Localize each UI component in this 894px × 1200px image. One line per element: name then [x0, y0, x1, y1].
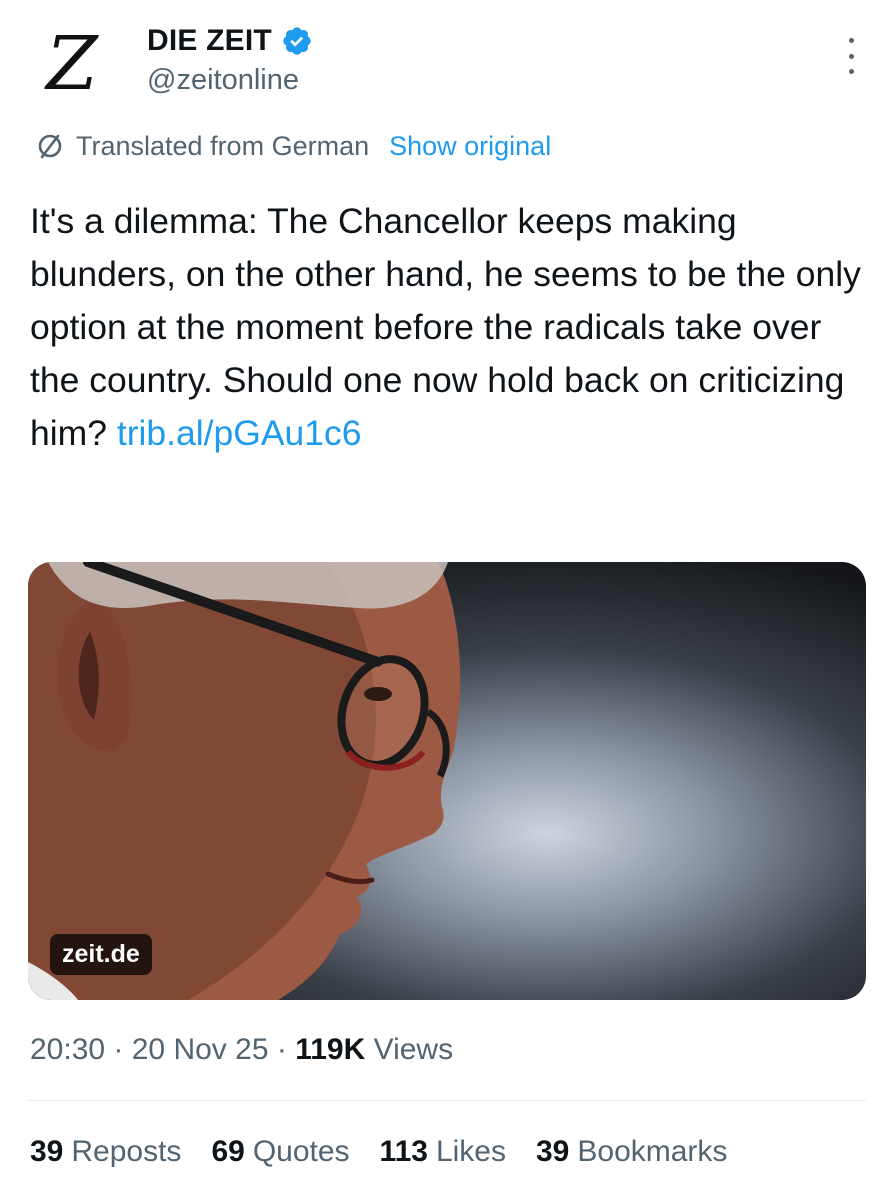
translation-label: Translated from German: [76, 130, 370, 161]
meta-separator: ·: [113, 1033, 132, 1066]
link-card-image[interactable]: zeit.de: [28, 562, 866, 1000]
translation-row: Translated from German Show original: [34, 130, 551, 162]
stat-label: Likes: [435, 1135, 506, 1168]
views-label: Views: [373, 1033, 454, 1066]
meta-separator: ·: [276, 1033, 296, 1066]
display-name[interactable]: DIE ZEIT: [147, 24, 272, 58]
stat-count: 69: [211, 1135, 245, 1168]
tweet-header: Z DIE ZEIT @zeitonline: [0, 0, 894, 120]
stat-count: 39: [536, 1135, 570, 1168]
stat-count: 113: [379, 1135, 428, 1168]
domain-badge: zeit.de: [50, 934, 152, 975]
stat-label: Reposts: [71, 1135, 182, 1168]
stat-likes[interactable]: 113 Likes: [380, 1135, 506, 1169]
show-original-link[interactable]: Show original: [389, 131, 551, 162]
stat-label: Bookmarks: [577, 1135, 728, 1168]
account-handle[interactable]: @zeitonline: [147, 64, 299, 97]
tweet-date[interactable]: 20 Nov 25: [132, 1033, 269, 1066]
avatar[interactable]: Z: [30, 21, 114, 107]
tweet-meta: 20:30 · 20 Nov 25 · 119K Views: [30, 1033, 453, 1067]
stat-bookmarks[interactable]: 39 Bookmarks: [536, 1135, 727, 1169]
views-count: 119K: [295, 1033, 366, 1066]
name-row: DIE ZEIT: [147, 24, 313, 58]
divider: [28, 1100, 866, 1101]
engagement-stats: 39 Reposts 69 Quotes 113 Likes 39 Bookmarks: [30, 1135, 757, 1169]
tweet-link[interactable]: trib.al/pGAu1c6: [117, 413, 362, 453]
more-options-icon[interactable]: [836, 38, 866, 74]
translate-icon: [38, 134, 62, 159]
stat-quotes[interactable]: 69 Quotes: [211, 1135, 349, 1169]
stat-reposts[interactable]: 39 Reposts: [30, 1135, 181, 1169]
tweet-text: It's a dilemma: The Chancellor keeps mak…: [30, 195, 870, 460]
portrait-image: [28, 562, 461, 1000]
tweet-time[interactable]: 20:30: [30, 1033, 105, 1066]
verified-badge-icon: [283, 27, 311, 55]
stat-label: Quotes: [252, 1135, 350, 1168]
stat-count: 39: [30, 1135, 64, 1168]
